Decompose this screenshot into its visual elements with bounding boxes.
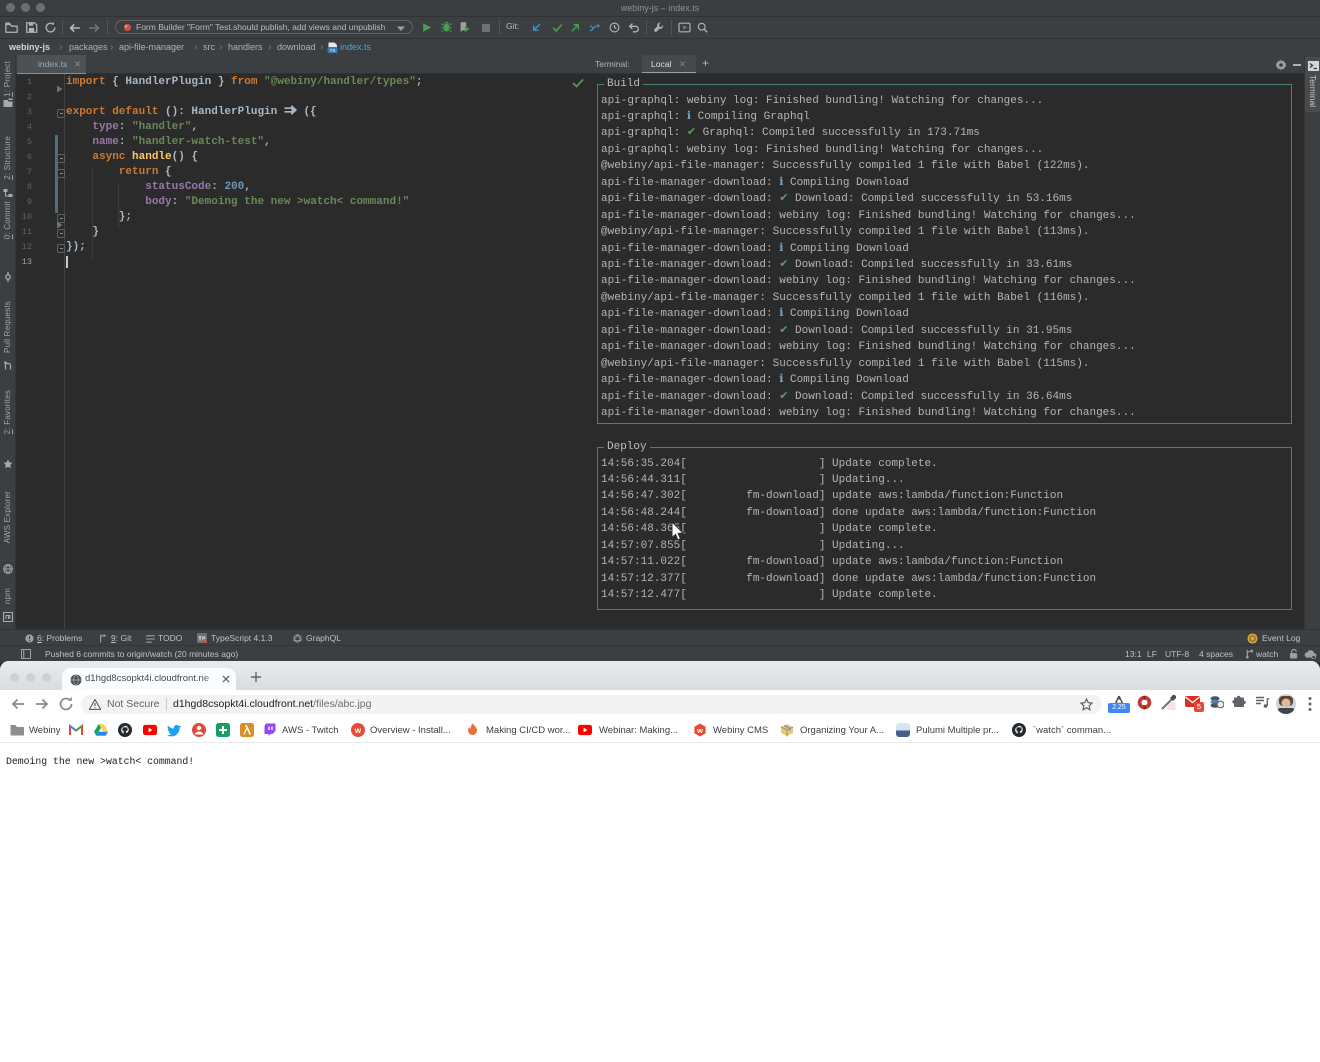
svg-text:w: w [354, 726, 362, 735]
svg-text:TS: TS [330, 48, 336, 53]
svg-text:w: w [696, 726, 703, 735]
